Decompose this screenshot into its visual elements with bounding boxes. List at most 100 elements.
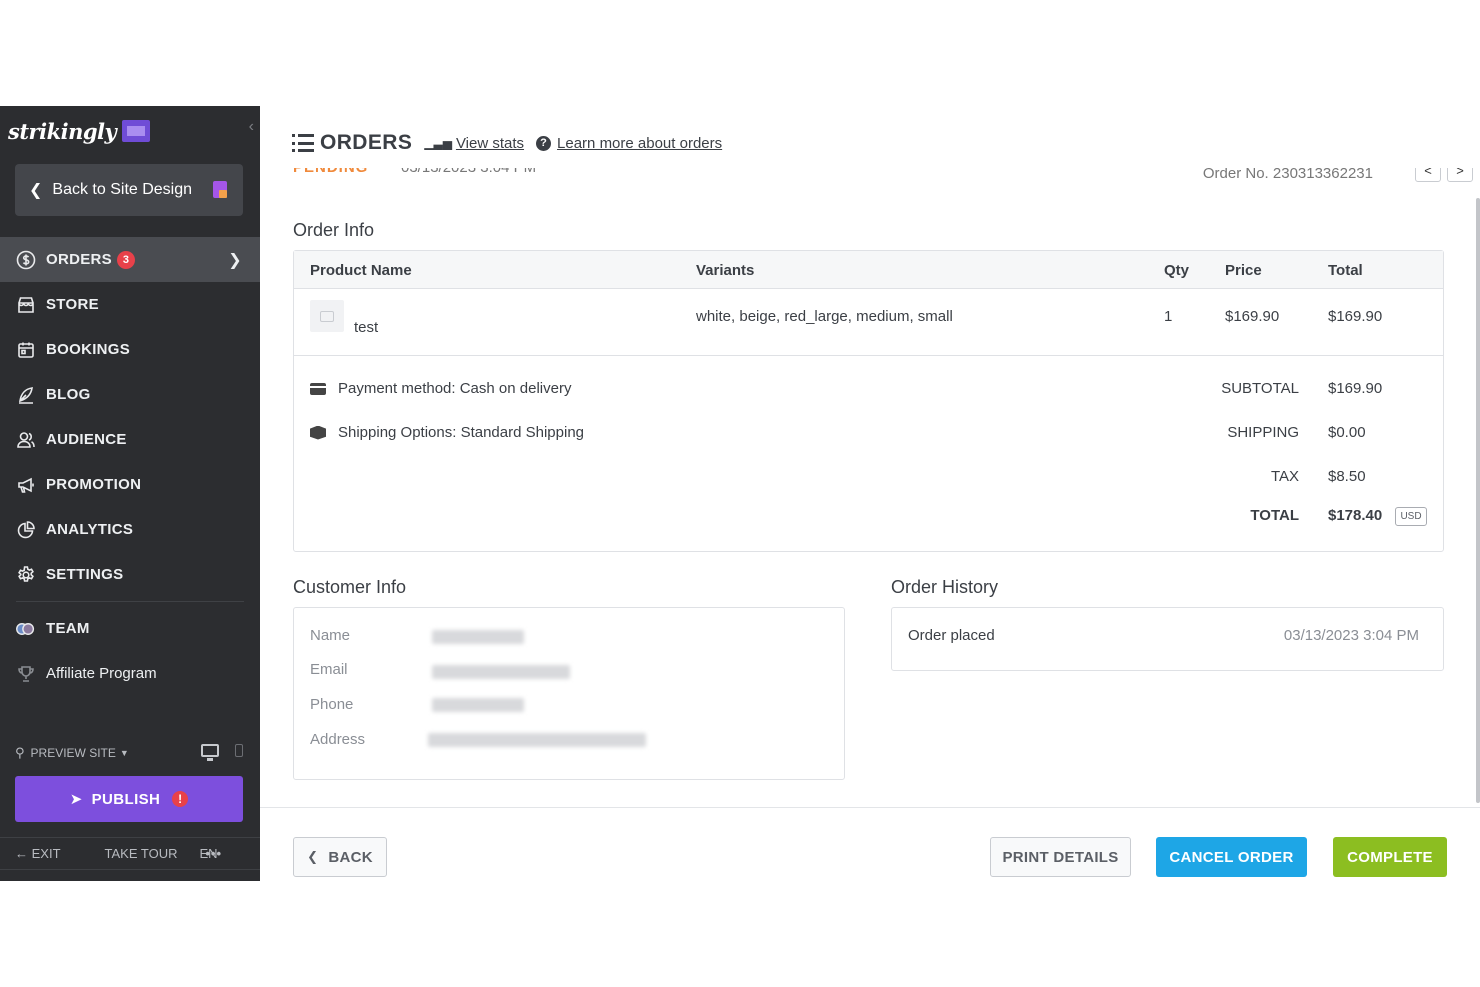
sidebar-item-label: BOOKINGS <box>46 341 131 358</box>
customer-phone-redacted <box>432 698 524 712</box>
caret-down-icon[interactable]: ▼ <box>120 748 129 758</box>
publish-button[interactable]: ➤ PUBLISH ! <box>15 776 243 822</box>
pen-icon <box>15 384 36 405</box>
dollar-circle-icon <box>15 249 36 270</box>
complete-button[interactable]: COMPLETE <box>1333 837 1447 877</box>
sidebar-item-promotion[interactable]: PROMOTION <box>0 462 260 507</box>
learn-more-link[interactable]: ? Learn more about orders <box>536 135 722 152</box>
customer-name-label: Name <box>310 627 351 644</box>
payment-method-line: Payment method: Cash on delivery <box>310 380 571 397</box>
sidebar-item-label: ANALYTICS <box>46 521 134 538</box>
sidebar-item-team[interactable]: TEAM <box>0 606 260 651</box>
help-icon: ? <box>536 135 552 151</box>
col-product-name: Product Name <box>310 262 412 279</box>
exit-link[interactable]: ← EXIT <box>15 846 83 861</box>
take-tour-link[interactable]: TAKE TOUR <box>105 846 178 861</box>
payment-method: Payment method: Cash on delivery <box>338 380 572 397</box>
customer-email-label: Email <box>310 661 348 678</box>
customer-info-card: Name Email Phone Address <box>293 607 845 780</box>
publish-label: PUBLISH <box>91 790 161 808</box>
sidebar-item-affiliate-program[interactable]: Affiliate Program <box>0 651 260 696</box>
cancel-order-button[interactable]: CANCEL ORDER <box>1156 837 1307 877</box>
sidebar-divider <box>16 601 244 602</box>
customer-email-redacted <box>432 665 570 679</box>
order-info-title: Order Info <box>293 220 375 240</box>
store-icon <box>15 294 36 315</box>
product-qty: 1 <box>1164 308 1173 325</box>
sidebar-item-label: SETTINGS <box>46 566 124 583</box>
main-content: ORDERS ▁▃▅ View stats ? Learn more about… <box>260 106 1480 881</box>
back-to-site-design-label: Back to Site Design <box>52 181 193 198</box>
people-icon <box>15 429 36 450</box>
sidebar: strikingly ‹ ❮ Back to Site Design ORDER… <box>0 106 260 881</box>
learn-more-label: Learn more about orders <box>557 134 723 152</box>
collapse-sidebar-icon[interactable]: ‹ <box>249 118 254 136</box>
sidebar-item-blog[interactable]: BLOG <box>0 372 260 417</box>
page-design-icon <box>213 181 227 198</box>
back-button[interactable]: ❮ BACK <box>293 837 387 877</box>
view-stats-label: View stats <box>455 134 525 152</box>
order-history-card: Order placed 03/13/2023 3:04 PM <box>891 607 1444 671</box>
total-label: TOTAL <box>1250 507 1299 524</box>
order-meta-row: PENDING 03/13/2023 3:04 PM Order No. 230… <box>293 168 1473 182</box>
table-row: test white, beige, red_large, medium, sm… <box>294 289 1443 356</box>
tax-label: TAX <box>1270 468 1299 485</box>
product-image-placeholder-icon <box>310 300 344 332</box>
shipping-value: $0.00 <box>1328 424 1366 441</box>
sidebar-item-audience[interactable]: AUDIENCE <box>0 417 260 462</box>
customer-info-title: Customer Info <box>293 577 407 597</box>
order-status-badge: PENDING <box>293 168 368 176</box>
desktop-preview-icon[interactable] <box>201 744 219 761</box>
sidebar-item-analytics[interactable]: ANALYTICS <box>0 507 260 552</box>
next-order-button[interactable]: > <box>1447 168 1473 182</box>
print-details-button[interactable]: PRINT DETAILS <box>990 837 1131 877</box>
sidebar-item-label: PROMOTION <box>46 476 142 493</box>
shipping-option: Shipping Options: Standard Shipping <box>338 424 585 441</box>
exit-label: EXIT <box>31 846 61 861</box>
order-date: 03/13/2023 3:04 PM <box>401 168 536 176</box>
preview-site-dropdown[interactable]: PREVIEW SITE <box>31 746 116 760</box>
subtotal-label: SUBTOTAL <box>1221 380 1299 397</box>
trophy-icon <box>15 663 36 684</box>
mobile-preview-icon[interactable] <box>235 744 243 757</box>
sidebar-item-settings[interactable]: SETTINGS <box>0 552 260 597</box>
sidebar-item-label: AUDIENCE <box>46 431 127 448</box>
sidebar-item-label: ORDERS <box>46 251 112 268</box>
sidebar-item-orders[interactable]: ORDERS 3 ❯ <box>0 237 260 282</box>
product-variants: white, beige, red_large, medium, small <box>696 308 953 325</box>
previous-order-button[interactable]: < <box>1415 168 1441 182</box>
col-price: Price <box>1225 262 1262 279</box>
col-total: Total <box>1328 262 1363 279</box>
tax-value: $8.50 <box>1328 468 1366 485</box>
shipping-option-line: Shipping Options: Standard Shipping <box>310 424 584 441</box>
pie-chart-icon <box>15 519 36 540</box>
order-table-header: Product Name Variants Qty Price Total <box>294 251 1443 289</box>
order-history-title: Order History <box>891 577 999 597</box>
customer-phone-label: Phone <box>310 696 354 713</box>
logo-badge-icon <box>122 120 151 142</box>
scrollbar[interactable] <box>1476 198 1480 803</box>
rocket-icon: ➤ <box>69 791 83 808</box>
warning-icon: ! <box>172 791 189 807</box>
page-title: ORDERS <box>320 131 413 154</box>
view-stats-link[interactable]: ▁▃▅ View stats <box>424 135 524 152</box>
product-total: $169.90 <box>1328 308 1383 325</box>
action-footer: ❮ BACK PRINT DETAILS CANCEL ORDER COMPLE… <box>260 807 1480 881</box>
notice-strip <box>0 869 260 881</box>
sidebar-footer: ← EXIT TAKE TOUR EN ••• <box>0 837 260 869</box>
preview-site-row: ⚲ PREVIEW SITE ▼ <box>15 743 245 763</box>
col-qty: Qty <box>1164 262 1190 279</box>
search-icon: ⚲ <box>15 745 25 760</box>
gear-icon <box>15 564 36 585</box>
subtotal-value: $169.90 <box>1328 380 1383 397</box>
list-icon <box>292 134 314 152</box>
more-options-icon[interactable]: ••• <box>205 846 222 861</box>
history-event-date: 03/13/2023 3:04 PM <box>1283 627 1419 644</box>
page-header: ORDERS ▁▃▅ View stats ? Learn more about… <box>292 130 734 156</box>
logo[interactable]: strikingly <box>8 114 151 148</box>
sidebar-item-label: STORE <box>46 296 99 313</box>
sidebar-item-store[interactable]: STORE <box>0 282 260 327</box>
back-to-site-design-button[interactable]: ❮ Back to Site Design <box>15 164 243 216</box>
sidebar-item-label: TEAM <box>46 620 90 637</box>
sidebar-item-bookings[interactable]: BOOKINGS <box>0 327 260 372</box>
